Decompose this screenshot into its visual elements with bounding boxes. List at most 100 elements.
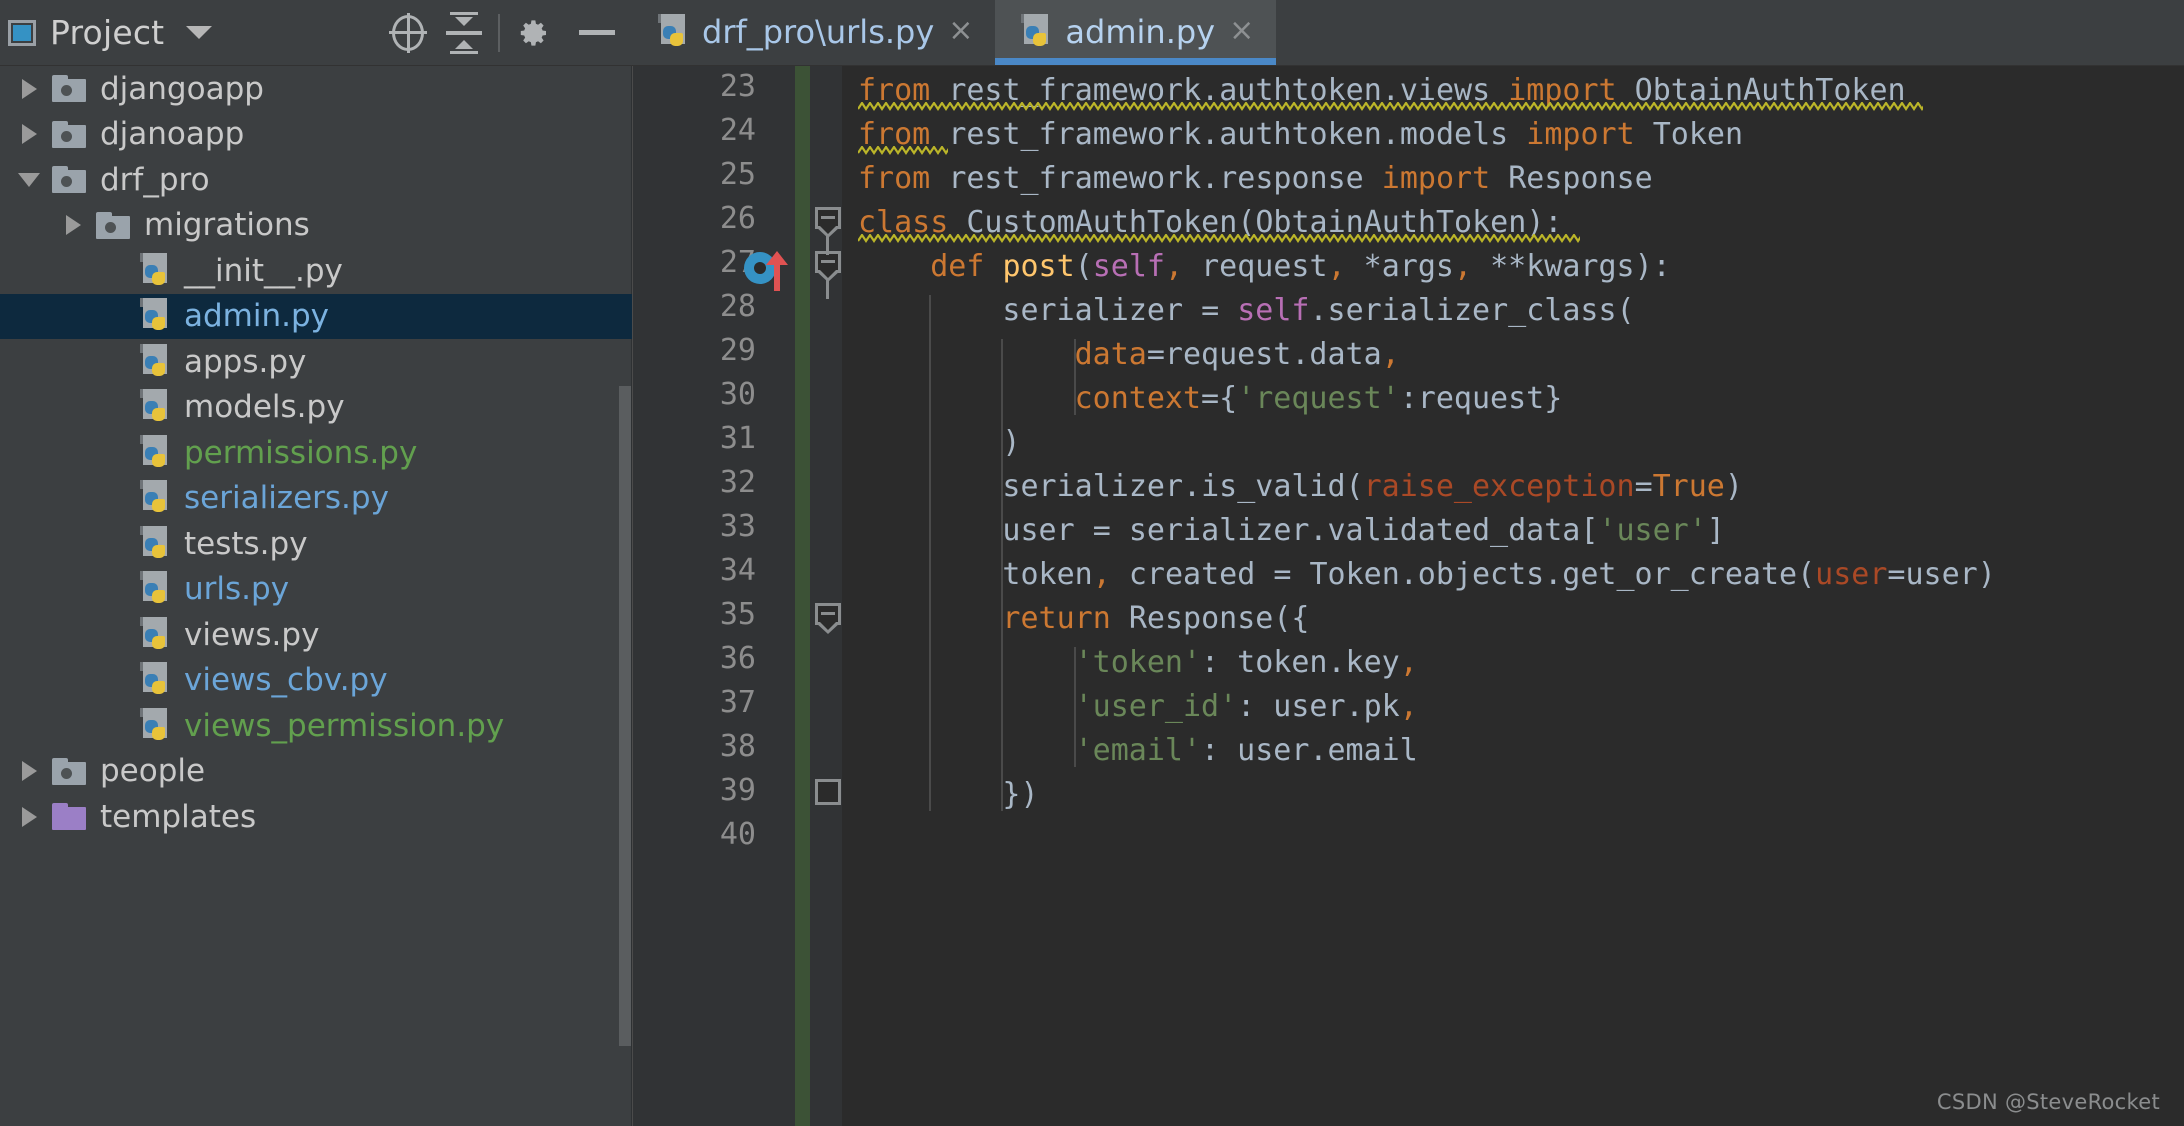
chevron-right-icon[interactable] [21, 78, 37, 99]
line-number: 29 [719, 333, 756, 368]
code-token: token [1002, 557, 1093, 592]
python-file-icon [658, 14, 688, 50]
tree-folder-item[interactable]: templates [0, 794, 632, 840]
code-token: *args [1345, 249, 1454, 284]
code-line[interactable]: context={'request':request} [1075, 377, 1563, 421]
line-number: 25 [719, 157, 756, 192]
code-token: =user) [1887, 557, 1996, 592]
tree-item-label: admin.py [184, 298, 330, 335]
code-line[interactable]: 'email': user.email [1075, 729, 1418, 773]
code-line[interactable]: token, created = Token.objects.get_or_cr… [1002, 553, 1995, 597]
code-area[interactable]: from rest_framework.authtoken.views impo… [842, 66, 2184, 1126]
tree-file-item[interactable]: apps.py [0, 339, 632, 385]
tree-file-item[interactable]: tests.py [0, 521, 632, 567]
code-line[interactable]: from rest_framework.authtoken.models imp… [858, 113, 1743, 157]
code-token: import [1381, 161, 1491, 196]
project-tree[interactable]: djangoapp djanoapp drf_pro migrations __init… [0, 66, 632, 1126]
tree-expand-toggle[interactable] [14, 172, 44, 187]
vcs-change-marker[interactable] [795, 66, 810, 1126]
tree-file-item[interactable]: views_permission.py [0, 703, 632, 749]
chevron-right-icon[interactable] [21, 806, 37, 827]
code-token: :request} [1399, 381, 1563, 416]
chevron-right-icon[interactable] [21, 124, 37, 145]
code-line[interactable]: def post(self, request, *args, **kwargs)… [930, 245, 1671, 289]
code-line[interactable]: serializer = self.serializer_class( [1002, 289, 1634, 333]
tree-folder-item[interactable]: migrations [0, 203, 632, 249]
collapse-all-icon[interactable] [436, 5, 492, 61]
tree-folder-item[interactable]: drf_pro [0, 157, 632, 203]
close-icon[interactable]: × [1229, 15, 1254, 49]
code-token: request [1183, 249, 1328, 284]
tree-file-item[interactable]: views.py [0, 612, 632, 658]
gear-icon[interactable] [506, 5, 562, 61]
code-line[interactable]: from rest_framework.response import Resp… [858, 157, 1653, 201]
toolbar-divider [498, 13, 500, 52]
code-token: , [1399, 689, 1418, 724]
project-panel-title: Project [50, 13, 165, 52]
code-token: user = serializer.validated_data[ [1002, 513, 1599, 548]
line-number: 35 [719, 597, 756, 632]
code-line[interactable]: }) [1002, 773, 1038, 817]
code-token: Response({ [1110, 601, 1310, 636]
tree-file-item[interactable]: urls.py [0, 567, 632, 613]
chevron-down-icon[interactable] [186, 26, 213, 39]
tree-folder-item[interactable]: djanoapp [0, 112, 632, 158]
tree-expand-toggle[interactable] [14, 806, 44, 827]
tree-item-label: people [100, 753, 206, 790]
code-fold-icon[interactable] [815, 207, 841, 238]
python-file-icon [140, 662, 170, 698]
tree-expand-toggle[interactable] [58, 215, 88, 236]
code-token: 'token' [1074, 645, 1202, 680]
tree-file-item[interactable]: models.py [0, 385, 632, 431]
code-fold-icon[interactable] [815, 251, 841, 282]
indent-guide [1073, 647, 1076, 767]
code-line[interactable]: data=request.data, [1075, 333, 1400, 377]
code-editor[interactable]: 23 24 25 26 27 28 29 30 31 32 33 34 35 36 37 38 39 40 fro… [632, 66, 2184, 1126]
minimize-icon[interactable] [562, 5, 632, 61]
tree-expand-toggle[interactable] [14, 124, 44, 145]
close-icon[interactable]: × [948, 15, 973, 49]
line-number: 26 [719, 201, 756, 236]
code-token: .serializer_class( [1309, 293, 1635, 328]
tree-item-label: views_permission.py [184, 707, 505, 744]
tree-expand-toggle[interactable] [14, 78, 44, 99]
tree-item-label: __init__.py [184, 252, 343, 289]
code-line[interactable]: ) [1002, 421, 1020, 465]
tree-item-label: urls.py [184, 571, 290, 608]
python-file-icon [140, 252, 170, 289]
editor-tab-urls[interactable]: drf_pro\urls.py × [632, 0, 996, 65]
chevron-down-icon[interactable] [18, 172, 40, 187]
python-file-icon [140, 616, 170, 653]
chevron-right-icon[interactable] [21, 761, 37, 782]
code-token: raise_exception [1363, 469, 1635, 504]
editor-tab-admin[interactable]: admin.py × [995, 0, 1277, 65]
code-line[interactable]: user = serializer.validated_data['user'] [1002, 509, 1724, 553]
warning-squiggle [858, 146, 949, 156]
code-fold-end-icon[interactable] [815, 779, 841, 809]
tree-folder-item[interactable]: people [0, 749, 632, 795]
tree-file-item[interactable]: serializers.py [0, 476, 632, 522]
tree-file-item[interactable]: __init__.py [0, 248, 632, 294]
code-line[interactable]: 'user_id': user.pk, [1075, 685, 1418, 729]
locate-icon[interactable] [380, 5, 436, 61]
tree-file-item[interactable]: permissions.py [0, 430, 632, 476]
tree-folder-item[interactable]: djangoapp [0, 66, 632, 112]
tree-expand-toggle[interactable] [14, 761, 44, 782]
code-token: Token [1652, 117, 1744, 152]
editor-gutter[interactable]: 23 24 25 26 27 28 29 30 31 32 33 34 35 36 37 38 39 40 [632, 66, 842, 1126]
chevron-right-icon[interactable] [65, 215, 81, 236]
line-number: 34 [719, 553, 756, 588]
override-arrow [766, 251, 788, 291]
code-line[interactable]: serializer.is_valid(raise_exception=True… [1002, 465, 1743, 509]
code-fold-icon[interactable] [815, 603, 841, 634]
code-line[interactable]: 'token': token.key, [1075, 641, 1418, 685]
python-file-icon [140, 343, 170, 380]
tree-item-label: apps.py [184, 343, 307, 380]
tree-item-label: serializers.py [184, 480, 389, 517]
tree-file-item[interactable]: admin.py [0, 293, 632, 339]
code-line[interactable]: return Response({ [1002, 597, 1309, 641]
tree-file-item[interactable]: views_cbv.py [0, 658, 632, 704]
override-method-icon[interactable] [744, 249, 792, 291]
tree-item-label: djangoapp [100, 70, 264, 107]
code-token: data [1074, 337, 1147, 372]
